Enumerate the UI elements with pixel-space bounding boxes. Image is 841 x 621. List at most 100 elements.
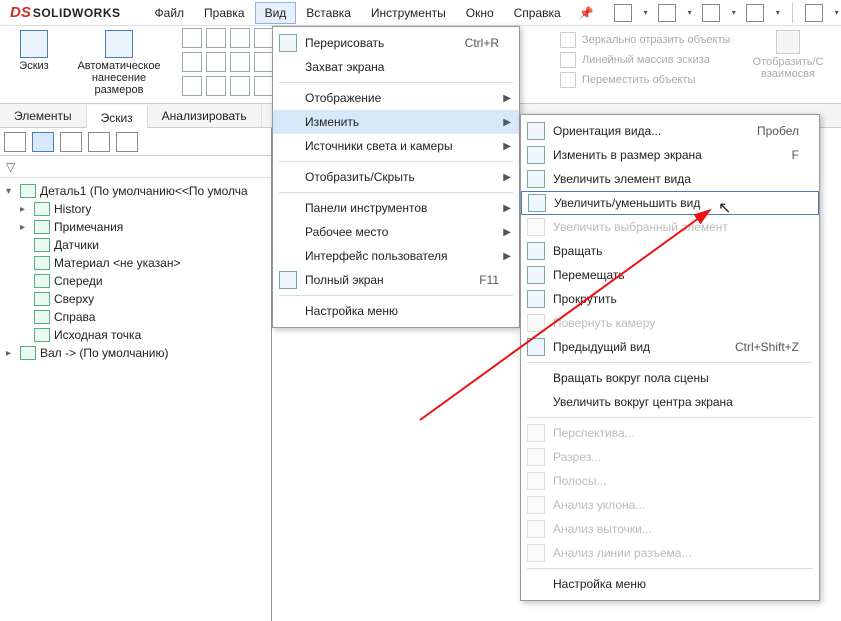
tab-elements[interactable]: Элементы (0, 105, 87, 127)
tree-top-plane[interactable]: Сверху (2, 290, 269, 308)
separator (792, 3, 793, 23)
submenu-item-перемещать[interactable]: Перемещать (521, 263, 819, 287)
tree-root[interactable]: ▾ Деталь1 (По умолчанию<<По умолча (2, 182, 269, 200)
offset-tool-icon[interactable] (254, 76, 274, 96)
qat-save-icon[interactable] (702, 4, 720, 22)
ribbon-right-button[interactable]: Отобразить/С взаимосвя (743, 30, 833, 80)
tree-sensors[interactable]: Датчики (2, 236, 269, 254)
menu-item-захват-экрана[interactable]: Захват экрана (273, 55, 519, 79)
menu-separator (279, 161, 513, 162)
ellipse-tool-icon[interactable] (230, 52, 250, 72)
submenu-item-label: Разрез... (553, 450, 601, 464)
filter-bar[interactable]: ▽ (0, 156, 271, 178)
menu-item-перерисовать[interactable]: ПерерисоватьCtrl+R (273, 31, 519, 55)
submenu-item-label: Изменить в размер экрана (553, 148, 702, 162)
menu-item-label: Захват экрана (305, 60, 384, 74)
submenu-item-ориентация-вида-[interactable]: Ориентация вида...Пробел (521, 119, 819, 143)
menu-item-отобразить-скрыть[interactable]: Отобразить/Скрыть▶ (273, 165, 519, 189)
dropdown-icon[interactable]: ▾ (776, 8, 780, 17)
filter-icon: ▽ (6, 160, 15, 174)
expand-icon[interactable]: ▸ (20, 204, 30, 215)
dropdown-icon[interactable]: ▾ (732, 8, 736, 17)
submenu-item-прокрутить[interactable]: Прокрутить (521, 287, 819, 311)
centerline-tool-icon[interactable] (206, 76, 226, 96)
menu-insert[interactable]: Вставка (296, 2, 361, 24)
tree-history[interactable]: ▸History (2, 200, 269, 218)
dropdown-icon[interactable]: ▾ (835, 8, 839, 17)
trim-tool-icon[interactable] (230, 76, 250, 96)
qat-print-icon[interactable] (746, 4, 764, 22)
submenu-item-предыдущий-вид[interactable]: Предыдущий видCtrl+Shift+Z (521, 335, 819, 359)
menu-view[interactable]: Вид (255, 2, 297, 24)
panel-tab-dimxpert-icon[interactable] (88, 132, 110, 152)
menu-item-label: Изменить (305, 115, 359, 129)
menu-item-интерфейс-пользователя[interactable]: Интерфейс пользователя▶ (273, 244, 519, 268)
dropdown-icon[interactable]: ▾ (644, 8, 648, 17)
tab-sketch[interactable]: Эскиз (87, 105, 148, 129)
submenu-arrow-icon: ▶ (503, 141, 511, 152)
menu-item-label: Источники света и камеры (305, 139, 453, 153)
menu-item-панели-инструментов[interactable]: Панели инструментов▶ (273, 196, 519, 220)
submenu-item-изменить-в-размер-экрана[interactable]: Изменить в размер экранаF (521, 143, 819, 167)
arc-tool-icon[interactable] (254, 28, 274, 48)
tree-material[interactable]: Материал <не указан> (2, 254, 269, 272)
panel-tab-config-icon[interactable] (60, 132, 82, 152)
autodim-button[interactable]: Автоматическое нанесение размеров (64, 28, 174, 98)
tree-annotations[interactable]: ▸Примечания (2, 218, 269, 236)
fillet-tool-icon[interactable] (254, 52, 274, 72)
line-tool-icon[interactable] (182, 28, 202, 48)
tab-analyze[interactable]: Анализировать (148, 105, 262, 127)
dropdown-icon[interactable]: ▾ (688, 8, 692, 17)
tree-origin[interactable]: Исходная точка (2, 326, 269, 344)
slot-tool-icon[interactable] (206, 52, 226, 72)
menu-separator (279, 82, 513, 83)
panel-tab-display-icon[interactable] (116, 132, 138, 152)
submenu-item-label: Повернуть камеру (553, 316, 655, 330)
submenu-item-label: Перспектива... (553, 426, 635, 440)
poly-tool-icon[interactable] (182, 52, 202, 72)
submenu-item-вращать[interactable]: Вращать (521, 239, 819, 263)
plane-icon (34, 274, 50, 288)
expand-icon[interactable]: ▸ (6, 348, 16, 359)
menu-item-изменить[interactable]: Изменить▶ (273, 110, 519, 134)
menu-item-рабочее-место[interactable]: Рабочее место▶ (273, 220, 519, 244)
menu-item-отображение[interactable]: Отображение▶ (273, 86, 519, 110)
pin-icon[interactable]: 📌 (579, 6, 594, 20)
expand-icon[interactable]: ▾ (6, 186, 16, 197)
expand-icon[interactable]: ▸ (20, 222, 30, 233)
submenu-item-увеличить-уменьшить-вид[interactable]: Увеличить/уменьшить вид (521, 191, 819, 215)
qat-new-icon[interactable] (614, 4, 632, 22)
sketch-button[interactable]: Эскиз (4, 28, 64, 74)
submenu-item-увеличить-элемент-вида[interactable]: Увеличить элемент вида (521, 167, 819, 191)
menu-items: Файл Правка Вид Вставка Инструменты Окно… (145, 2, 571, 24)
qat-undo-icon[interactable] (805, 4, 823, 22)
menu-item-label: Панели инструментов (305, 201, 427, 215)
panel-tab-feature-icon[interactable] (4, 132, 26, 152)
tree-front-plane[interactable]: Спереди (2, 272, 269, 290)
menu-edit[interactable]: Правка (194, 2, 255, 24)
rect-tool-icon[interactable] (206, 28, 226, 48)
menubar: DS SOLIDWORKS Файл Правка Вид Вставка Ин… (0, 0, 841, 26)
tree-shaft[interactable]: ▸Вал -> (По умолчанию) (2, 344, 269, 362)
submenu-item-icon (527, 146, 545, 164)
submenu-item-настройка-меню[interactable]: Настройка меню (521, 572, 819, 596)
menu-item-источники-света-и-камеры[interactable]: Источники света и камеры ▶ (273, 134, 519, 158)
submenu-item-вращать-вокруг-пола-сцены[interactable]: Вращать вокруг пола сцены (521, 366, 819, 390)
menu-item-настройка-меню[interactable]: Настройка меню (273, 299, 519, 323)
menu-item-полный-экран[interactable]: Полный экранF11 (273, 268, 519, 292)
panel-tab-property-icon[interactable] (32, 132, 54, 152)
menu-tools[interactable]: Инструменты (361, 2, 456, 24)
submenu-item-icon (527, 218, 545, 236)
point-tool-icon[interactable] (182, 76, 202, 96)
menu-file[interactable]: Файл (145, 2, 195, 24)
submenu-item-icon (527, 448, 545, 466)
circle-tool-icon[interactable] (230, 28, 250, 48)
tree-right-plane[interactable]: Справа (2, 308, 269, 326)
tree-item-label: Датчики (54, 238, 99, 252)
qat-open-icon[interactable] (658, 4, 676, 22)
menu-help[interactable]: Справка (504, 2, 571, 24)
menu-window[interactable]: Окно (456, 2, 504, 24)
mirror-icon (560, 32, 576, 48)
menu-shortcut: Ctrl+R (465, 36, 499, 50)
submenu-item-увеличить-вокруг-центра-экрана[interactable]: Увеличить вокруг центра экрана (521, 390, 819, 414)
